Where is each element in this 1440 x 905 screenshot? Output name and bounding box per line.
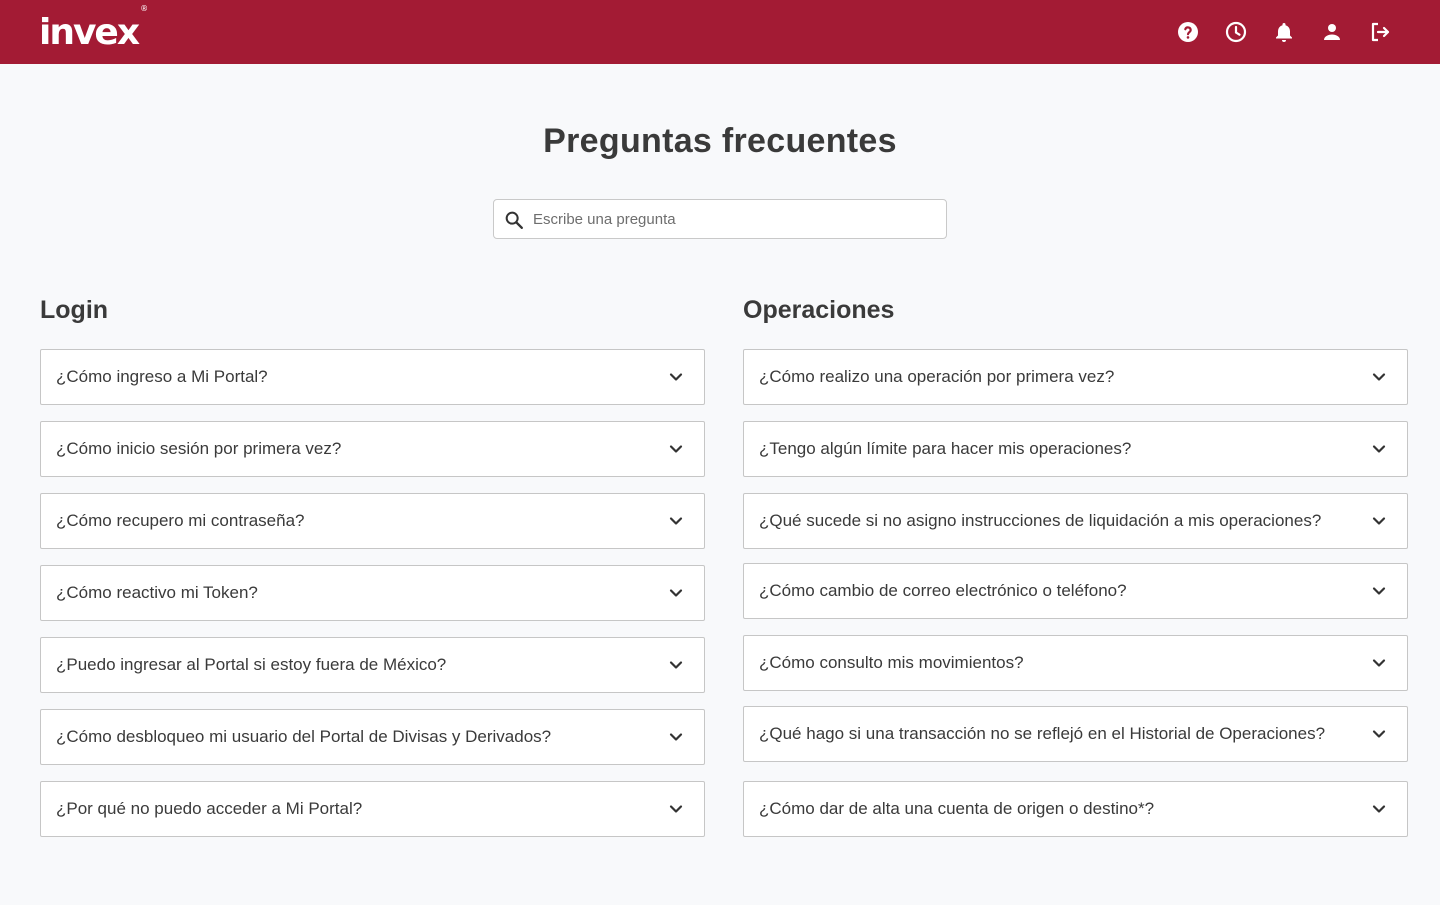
faq-question: ¿Tengo algún límite para hacer mis opera… (759, 439, 1132, 458)
faq-item-operaciones-2[interactable]: ¿Tengo algún límite para hacer mis opera… (743, 421, 1408, 477)
faq-question: ¿Cómo reactivo mi Token? (56, 583, 258, 602)
chevron-down-icon (1369, 439, 1389, 459)
faq-item-operaciones-3[interactable]: ¿Qué sucede si no asigno instrucciones d… (743, 493, 1408, 549)
chevron-down-icon (1369, 724, 1389, 744)
faq-item-operaciones-4[interactable]: ¿Cómo cambio de correo electrónico o tel… (743, 563, 1408, 619)
history-icon[interactable] (1222, 18, 1250, 46)
faq-item-login-5[interactable]: ¿Puedo ingresar al Portal si estoy fuera… (40, 637, 705, 693)
faq-item-login-7[interactable]: ¿Por qué no puedo acceder a Mi Portal? (40, 781, 705, 837)
invex-logo[interactable]: invex® (39, 4, 148, 53)
faq-question: ¿Cómo inicio sesión por primera vez? (56, 439, 342, 458)
faq-question: ¿Qué sucede si no asigno instrucciones d… (759, 511, 1322, 530)
top-navbar: invex® (0, 0, 1440, 64)
chevron-down-icon (666, 655, 686, 675)
notifications-icon[interactable] (1270, 18, 1298, 46)
chevron-down-icon (1369, 799, 1389, 819)
chevron-down-icon (666, 799, 686, 819)
faq-question: ¿Cómo realizo una operación por primera … (759, 367, 1115, 386)
chevron-down-icon (666, 583, 686, 603)
faq-item-login-1[interactable]: ¿Cómo ingreso a Mi Portal? (40, 349, 705, 405)
faq-question: ¿Cómo ingreso a Mi Portal? (56, 367, 268, 386)
chevron-down-icon (666, 439, 686, 459)
faq-item-operaciones-1[interactable]: ¿Cómo realizo una operación por primera … (743, 349, 1408, 405)
faq-item-operaciones-6[interactable]: ¿Qué hago si una transacción no se refle… (743, 706, 1408, 762)
search-icon (503, 209, 525, 231)
faq-question: ¿Qué hago si una transacción no se refle… (759, 724, 1326, 743)
chevron-down-icon (1369, 581, 1389, 601)
faq-question: ¿Cómo recupero mi contraseña? (56, 511, 305, 530)
faq-item-operaciones-5[interactable]: ¿Cómo consulto mis movimientos? (743, 635, 1408, 691)
page-title: Preguntas frecuentes (543, 122, 897, 160)
faq-question: ¿Cómo consulto mis movimientos? (759, 653, 1024, 672)
faq-item-operaciones-7[interactable]: ¿Cómo dar de alta una cuenta de origen o… (743, 781, 1408, 837)
chevron-down-icon (666, 511, 686, 531)
registered-mark: ® (140, 4, 149, 13)
faq-item-login-6[interactable]: ¿Cómo desbloqueo mi usuario del Portal d… (40, 709, 705, 765)
logo-text: invex (39, 12, 140, 53)
chevron-down-icon (1369, 367, 1389, 387)
faq-question: ¿Cómo cambio de correo electrónico o tel… (759, 581, 1127, 600)
chevron-down-icon (1369, 653, 1389, 673)
faq-question: ¿Por qué no puedo acceder a Mi Portal? (56, 799, 363, 818)
faq-question: ¿Puedo ingresar al Portal si estoy fuera… (56, 655, 447, 674)
logout-icon[interactable] (1366, 18, 1394, 46)
faq-item-login-3[interactable]: ¿Cómo recupero mi contraseña? (40, 493, 705, 549)
faq-item-login-2[interactable]: ¿Cómo inicio sesión por primera vez? (40, 421, 705, 477)
chevron-down-icon (1369, 511, 1389, 531)
search-box[interactable] (493, 199, 947, 239)
chevron-down-icon (666, 367, 686, 387)
section-title-login: Login (40, 296, 109, 324)
search-input[interactable] (533, 200, 938, 238)
faq-question: ¿Cómo dar de alta una cuenta de origen o… (759, 799, 1155, 818)
section-title-operaciones: Operaciones (743, 296, 895, 324)
chevron-down-icon (666, 727, 686, 747)
help-icon[interactable] (1174, 18, 1202, 46)
user-icon[interactable] (1318, 18, 1346, 46)
faq-question: ¿Cómo desbloqueo mi usuario del Portal d… (56, 727, 552, 746)
faq-item-login-4[interactable]: ¿Cómo reactivo mi Token? (40, 565, 705, 621)
